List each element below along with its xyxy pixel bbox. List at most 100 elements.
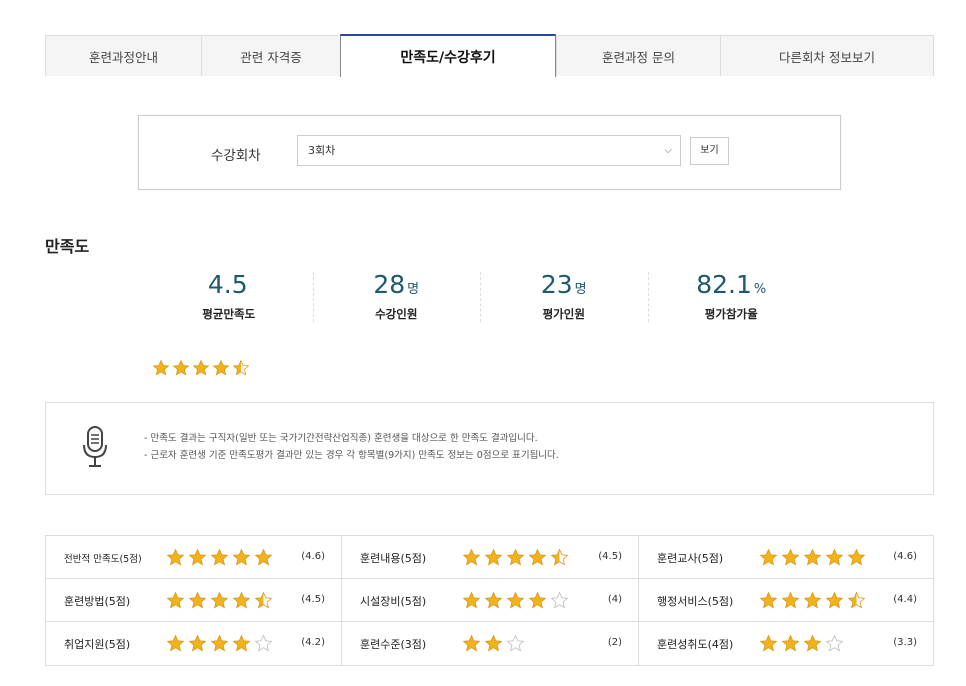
- star-full-icon: [212, 359, 230, 376]
- stat-value: 4.5: [207, 270, 248, 299]
- rating-stars: [759, 634, 844, 653]
- star-full-icon: [188, 548, 207, 566]
- rating-label: 취업지원(5점): [64, 638, 131, 651]
- star-half-icon: [254, 591, 273, 609]
- rating-label: 훈련교사(5점): [657, 552, 724, 565]
- star-full-icon: [825, 591, 844, 609]
- star-full-icon: [781, 591, 800, 609]
- star-full-icon: [759, 548, 778, 566]
- star-full-icon: [188, 634, 207, 652]
- stat-evaluators: 23 명 평가인원: [480, 268, 648, 328]
- star-full-icon: [232, 548, 251, 566]
- session-selector-box: 수강회차 3회차 ⌵ 보기: [138, 115, 841, 190]
- star-full-icon: [528, 548, 547, 566]
- star-full-icon: [506, 548, 525, 566]
- star-full-icon: [781, 548, 800, 566]
- rating-score: (3.3): [893, 637, 917, 648]
- star-full-icon: [847, 548, 866, 566]
- stat-enrolled: 28 명 수강인원: [312, 268, 481, 328]
- rating-stars: [166, 591, 273, 610]
- chevron-down-icon: ⌵: [664, 145, 672, 156]
- section-title: 만족도: [45, 237, 90, 256]
- rating-label: 훈련내용(5점): [360, 552, 427, 565]
- star-empty-icon: [506, 634, 525, 652]
- rating-stars: [759, 548, 866, 567]
- rating-score: (2): [607, 637, 622, 648]
- stat-value: 82.1: [696, 270, 752, 299]
- star-half-icon: [847, 591, 866, 609]
- star-half-icon: [232, 359, 250, 376]
- star-full-icon: [254, 548, 273, 566]
- tab-related-certificates[interactable]: 관련 자격증: [201, 35, 340, 76]
- star-full-icon: [210, 548, 229, 566]
- notice-text: - 만족도 결과는 구직자(일반 또는 국가기간전략산업직종) 훈련생을 대상으…: [144, 430, 559, 464]
- rating-label: 시설장비(5점): [360, 595, 427, 608]
- rating-score: (4.5): [301, 594, 325, 605]
- rating-cell: 행정서비스(5점) (4.4): [639, 579, 933, 622]
- star-full-icon: [462, 548, 481, 566]
- rating-grid: 전반적 만족도(5점) (4.6) 훈련내용(5점) (4.5) 훈련교사(5점…: [45, 535, 934, 666]
- stat-participation-rate: 82.1% 평가참가율: [647, 268, 816, 328]
- tab-bar: 훈련과정안내 관련 자격증 만족도/수강후기 훈련과정 문의 다른회차 정보보기: [45, 34, 934, 77]
- rating-score: (4): [607, 594, 622, 605]
- star-full-icon: [166, 591, 185, 609]
- rating-label: 훈련성취도(4점): [657, 638, 734, 651]
- rating-score: (4.6): [893, 551, 917, 562]
- rating-cell: 훈련교사(5점) (4.6): [639, 536, 933, 579]
- star-empty-icon: [254, 634, 273, 652]
- star-half-icon: [550, 548, 569, 566]
- star-full-icon: [803, 634, 822, 652]
- star-full-icon: [781, 634, 800, 652]
- rating-score: (4.4): [893, 594, 917, 605]
- rating-label: 훈련수준(3점): [360, 638, 427, 651]
- notice-box: - 만족도 결과는 구직자(일반 또는 국가기간전략산업직종) 훈련생을 대상으…: [45, 402, 934, 495]
- session-selected-value: 3회차: [308, 144, 336, 157]
- rating-stars: [759, 591, 866, 610]
- tab-satisfaction-reviews[interactable]: 만족도/수강후기: [340, 34, 556, 77]
- rating-stars: [462, 634, 525, 653]
- stat-label: 평가인원: [542, 307, 585, 321]
- star-full-icon: [232, 591, 251, 609]
- star-full-icon: [462, 634, 481, 652]
- rating-cell: 시설장비(5점) (4): [342, 579, 639, 622]
- star-full-icon: [166, 634, 185, 652]
- stat-label: 평균만족도: [202, 307, 256, 321]
- star-full-icon: [210, 591, 229, 609]
- stat-value: 23: [540, 270, 573, 299]
- rating-cell: 훈련내용(5점) (4.5): [342, 536, 639, 579]
- rating-cell: 훈련수준(3점) (2): [342, 622, 639, 665]
- star-full-icon: [825, 548, 844, 566]
- session-select[interactable]: 3회차 ⌵: [297, 135, 681, 166]
- star-full-icon: [759, 591, 778, 609]
- star-full-icon: [484, 591, 503, 609]
- tab-course-inquiry[interactable]: 훈련과정 문의: [556, 35, 720, 76]
- notice-line: - 만족도 결과는 구직자(일반 또는 국가기간전략산업직종) 훈련생을 대상으…: [144, 433, 538, 444]
- rating-stars: [462, 591, 569, 610]
- view-button[interactable]: 보기: [690, 137, 729, 165]
- rating-stars: [462, 548, 569, 567]
- microphone-icon: [83, 426, 107, 467]
- rating-score: (4.5): [598, 551, 622, 562]
- average-star-rating: [152, 359, 250, 377]
- star-full-icon: [166, 548, 185, 566]
- star-empty-icon: [825, 634, 844, 652]
- rating-stars: [166, 634, 273, 653]
- rating-cell: 훈련방법(5점) (4.5): [46, 579, 342, 622]
- stat-average-satisfaction: 4.5 평균만족도: [145, 268, 313, 328]
- star-full-icon: [528, 591, 547, 609]
- tab-course-info[interactable]: 훈련과정안내: [45, 35, 201, 76]
- stat-unit: 명: [407, 282, 420, 297]
- stat-label: 평가참가율: [704, 307, 758, 321]
- tab-other-sessions[interactable]: 다른회차 정보보기: [720, 35, 934, 76]
- star-full-icon: [462, 591, 481, 609]
- rating-cell: 취업지원(5점) (4.2): [46, 622, 342, 665]
- rating-label: 행정서비스(5점): [657, 595, 734, 608]
- rating-score: (4.6): [301, 551, 325, 562]
- stats-row: 4.5 평균만족도 28 명 수강인원 23 명 평가인원 82.1% 평가참가율: [145, 268, 815, 328]
- stat-value: 28: [373, 270, 406, 299]
- star-full-icon: [484, 548, 503, 566]
- rating-label: 전반적 만족도(5점): [64, 554, 142, 565]
- rating-score: (4.2): [301, 637, 325, 648]
- star-full-icon: [506, 591, 525, 609]
- star-empty-icon: [550, 591, 569, 609]
